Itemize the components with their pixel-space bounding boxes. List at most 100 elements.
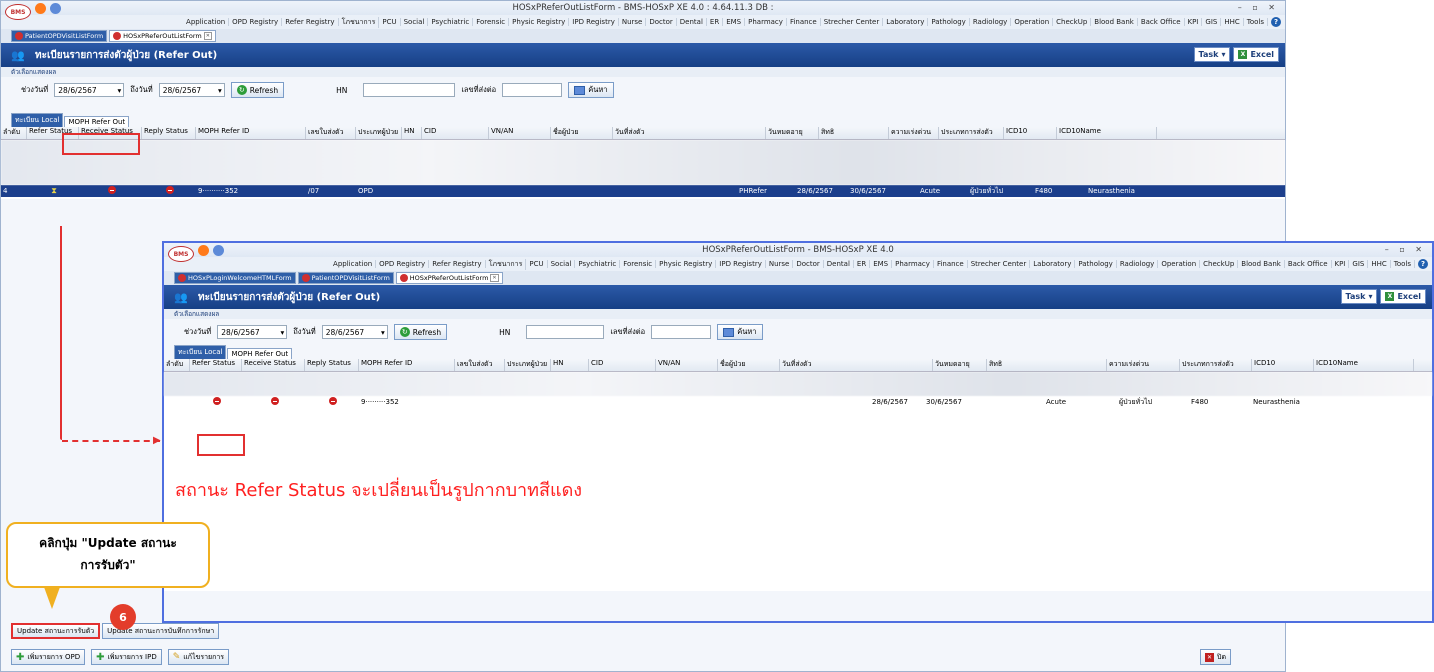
close-tab-icon[interactable]: ✕ xyxy=(490,274,499,282)
column-header[interactable]: Reply Status xyxy=(142,127,196,139)
hn-input[interactable] xyxy=(363,83,456,97)
column-header[interactable]: MOPH Refer ID xyxy=(359,359,455,371)
to-date-input[interactable]: 28/6/2567 ▾ xyxy=(321,325,388,339)
column-header[interactable]: ชื่อผู้ป่วย xyxy=(718,359,780,371)
menu-item[interactable]: EMS xyxy=(870,260,893,268)
table-row[interactable]: 4 ⧗ 9··········352 /07 OPD PHRefer 28/6/… xyxy=(1,185,1285,197)
edit-button[interactable]: ✎ แก้ไขรายการ xyxy=(167,649,230,665)
menu-item[interactable]: Physic Registry xyxy=(509,18,570,26)
column-header[interactable]: ประเภทการส่งตัว xyxy=(939,127,1004,139)
menu-item[interactable]: โภชนาการ xyxy=(339,16,380,28)
window-controls[interactable]: – ▫ ✕ xyxy=(1385,245,1426,254)
menu-item[interactable]: CheckUp xyxy=(1053,18,1092,26)
refer-no-input[interactable] xyxy=(502,83,563,97)
menu-item[interactable]: Finance xyxy=(934,260,968,268)
column-header[interactable]: วันหมดอายุ xyxy=(933,359,987,371)
column-header[interactable]: สิทธิ xyxy=(819,127,889,139)
tab-refer-out-list[interactable]: HOSxPReferOutListForm ✕ xyxy=(395,272,503,284)
menu-item[interactable]: Back Office xyxy=(1138,18,1185,26)
column-header[interactable]: ชื่อผู้ป่วย xyxy=(551,127,613,139)
menu-item[interactable]: Strecher Center xyxy=(968,260,1031,268)
menu-item[interactable]: ER xyxy=(707,18,724,26)
hn-input[interactable] xyxy=(526,325,605,339)
menu-item[interactable]: Blood Bank xyxy=(1091,18,1138,26)
column-header[interactable]: VN/AN xyxy=(656,359,718,371)
menu-item[interactable]: Dental xyxy=(824,260,854,268)
column-header[interactable]: VN/AN xyxy=(489,127,551,139)
menu-item[interactable]: Forensic xyxy=(620,260,657,268)
tab-refer-out-list[interactable]: HOSxPReferOutListForm ✕ xyxy=(109,30,216,42)
close-button[interactable]: ✕ ปิด xyxy=(1200,649,1231,665)
menu-item[interactable]: Strecher Center xyxy=(821,18,884,26)
menu-item[interactable]: Laboratory xyxy=(1030,260,1076,268)
tab-patient-opd-visit[interactable]: PatientOPDVisitListForm xyxy=(297,272,394,284)
column-header[interactable]: ประเภทการส่งตัว xyxy=(1180,359,1252,371)
menu-item[interactable]: Social xyxy=(548,260,576,268)
column-header[interactable]: เลขใบส่งตัว xyxy=(306,127,356,139)
add-opd-button[interactable]: ✚ เพิ่มรายการ OPD xyxy=(11,649,86,665)
column-header[interactable]: CID xyxy=(589,359,656,371)
menu-item[interactable]: ER xyxy=(854,260,871,268)
column-header[interactable]: HN xyxy=(551,359,589,371)
menu-item[interactable]: PCU xyxy=(526,260,548,268)
tab-local[interactable]: ทะเบียน Local xyxy=(11,113,64,127)
search-button[interactable]: ค้นหา xyxy=(568,82,614,98)
menu-item[interactable]: Pharmacy xyxy=(745,18,787,26)
excel-button[interactable]: X Excel xyxy=(1380,289,1426,304)
task-button[interactable]: Task ▾ xyxy=(1340,289,1378,304)
excel-button[interactable]: X Excel xyxy=(1233,47,1279,62)
close-tab-icon[interactable]: ✕ xyxy=(203,32,212,40)
column-header[interactable]: ICD10Name xyxy=(1057,127,1157,139)
menu-item[interactable]: Radiology xyxy=(970,18,1012,26)
menu-item[interactable]: OPD Registry xyxy=(376,260,430,268)
help-icon[interactable]: ? xyxy=(1418,259,1428,269)
menu-item[interactable]: Application xyxy=(183,18,230,26)
menu-item[interactable]: Radiology xyxy=(1117,260,1159,268)
menu-item[interactable]: OPD Registry xyxy=(229,18,283,26)
tab-local[interactable]: ทะเบียน Local xyxy=(174,345,227,359)
menu-item[interactable]: GIS xyxy=(1202,18,1222,26)
menu-item[interactable]: IPD Registry xyxy=(716,260,766,268)
menu-item[interactable]: Nurse xyxy=(766,260,794,268)
menu-item[interactable]: Pathology xyxy=(1075,260,1117,268)
menu-item[interactable]: KPI xyxy=(1332,260,1350,268)
column-header[interactable]: ICD10Name xyxy=(1314,359,1414,371)
table-row[interactable]: 9·········352 28/6/2567 30/6/2567 Acute … xyxy=(164,396,1432,408)
menu-item[interactable]: Doctor xyxy=(793,260,824,268)
refer-no-input[interactable] xyxy=(651,325,712,339)
column-header[interactable]: สิทธิ xyxy=(987,359,1107,371)
menu-item[interactable]: Psychiatric xyxy=(428,18,474,26)
menu-item[interactable]: Refer Registry xyxy=(282,18,339,26)
menu-item[interactable]: Social xyxy=(401,18,429,26)
column-header[interactable]: ICD10 xyxy=(1252,359,1314,371)
column-header[interactable]: เลขใบส่งตัว xyxy=(455,359,505,371)
menu-item[interactable]: Finance xyxy=(787,18,821,26)
menu-item[interactable]: Dental xyxy=(677,18,707,26)
column-header[interactable]: HN xyxy=(402,127,422,139)
column-header[interactable]: Reply Status xyxy=(305,359,359,371)
column-header[interactable]: Refer Status xyxy=(190,359,242,371)
task-button[interactable]: Task ▾ xyxy=(1193,47,1231,62)
menu-item[interactable]: Tools xyxy=(1391,260,1415,268)
menu-item[interactable]: GIS xyxy=(1349,260,1369,268)
menu-item[interactable]: Operation xyxy=(1158,260,1201,268)
menu-item[interactable]: Pathology xyxy=(928,18,970,26)
refresh-button[interactable]: ↻ Refresh xyxy=(230,82,285,98)
column-header[interactable]: วันที่ส่งตัว xyxy=(780,359,933,371)
menu-item[interactable]: Laboratory xyxy=(883,18,929,26)
column-header[interactable]: ประเภทผู้ป่วย xyxy=(505,359,551,371)
menu-item[interactable]: Tools xyxy=(1244,18,1268,26)
menu-item[interactable]: PCU xyxy=(379,18,401,26)
menu-item[interactable]: HHC xyxy=(1221,18,1244,26)
window-controls[interactable]: – ▫ ✕ xyxy=(1238,3,1279,12)
column-header[interactable]: ความเร่งด่วน xyxy=(1107,359,1180,371)
column-header[interactable]: MOPH Refer ID xyxy=(196,127,306,139)
from-date-input[interactable]: 28/6/2567 ▾ xyxy=(217,325,288,339)
menu-item[interactable]: Forensic xyxy=(473,18,510,26)
menu-item[interactable]: EMS xyxy=(723,18,746,26)
help-icon[interactable]: ? xyxy=(1271,17,1281,27)
from-date-input[interactable]: 28/6/2567 ▾ xyxy=(54,83,125,97)
column-header[interactable]: ประเภทผู้ป่วย xyxy=(356,127,402,139)
column-header[interactable]: วันที่ส่งตัว xyxy=(613,127,766,139)
menu-item[interactable]: Back Office xyxy=(1285,260,1332,268)
